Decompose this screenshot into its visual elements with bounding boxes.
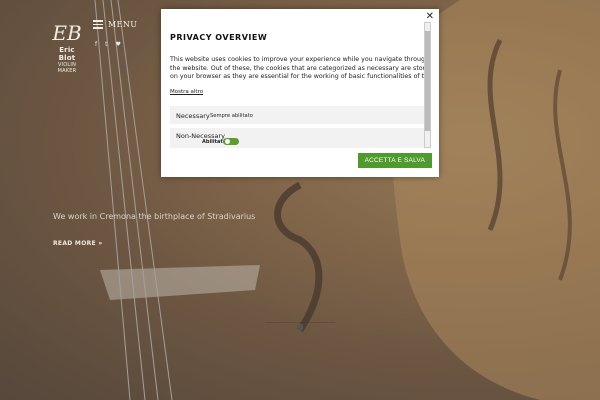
read-more-link[interactable]: READ MORE » xyxy=(53,240,103,247)
tumblr-icon[interactable]: t xyxy=(105,41,107,48)
privacy-description-line: on your browser as they are essential fo… xyxy=(170,73,428,81)
menu-label: MENU xyxy=(108,19,138,29)
modal-scrollbar[interactable] xyxy=(424,22,431,148)
modal-title: PRIVACY OVERVIEW xyxy=(170,33,268,42)
logo-monogram: EB xyxy=(52,21,82,45)
privacy-description-line: This website uses cookies to improve you… xyxy=(170,56,428,63)
modal-content[interactable]: This website uses cookies to improve you… xyxy=(170,56,428,154)
social-links: f t ♥ xyxy=(95,41,121,48)
logo-name: Eric Blot xyxy=(58,46,76,62)
scrollbar-thumb[interactable] xyxy=(425,31,430,131)
slider-indicator xyxy=(265,322,335,333)
hero-tagline: We work in Cremona the birthplace of Str… xyxy=(53,212,256,221)
facebook-icon[interactable]: f xyxy=(95,41,97,48)
read-more-label: READ MORE xyxy=(53,240,96,247)
privacy-description-line: the website. Out of these, the cookies t… xyxy=(170,64,428,72)
cookie-category-necessary[interactable]: Necessary Sempre abilitato xyxy=(170,106,424,124)
logo-subtitle: VIOLIN MAKER xyxy=(57,62,77,74)
hamburger-icon xyxy=(93,18,103,31)
non-necessary-toggle[interactable] xyxy=(223,138,239,145)
privacy-modal: ✕ PRIVACY OVERVIEW This website uses coo… xyxy=(161,9,439,177)
menu-button[interactable]: MENU xyxy=(93,18,137,31)
site-logo[interactable]: EB Eric Blot VIOLIN MAKER xyxy=(50,22,84,74)
category-label: Necessary xyxy=(176,112,210,120)
category-status: Sempre abilitato xyxy=(210,112,253,119)
close-icon[interactable]: ✕ xyxy=(426,12,434,22)
twitter-icon[interactable]: ♥ xyxy=(115,41,120,48)
accept-and-save-button[interactable]: ACCETTA E SALVA xyxy=(357,153,432,168)
show-more-link[interactable]: Mostra altro xyxy=(170,89,203,95)
chevron-right-icon: » xyxy=(98,240,103,247)
slider-dot[interactable] xyxy=(297,324,303,330)
cookie-category-non-necessary[interactable]: Non-Necessary Abilitato xyxy=(170,128,424,148)
